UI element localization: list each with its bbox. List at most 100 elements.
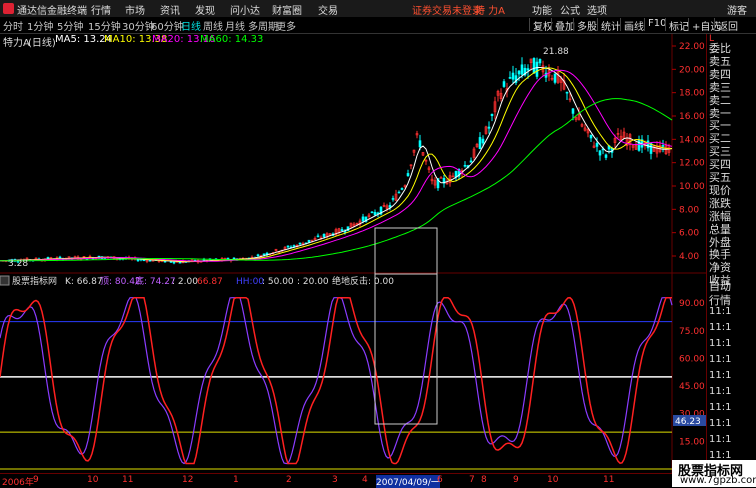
trade-time-label: 11:1 bbox=[709, 434, 732, 445]
menu-shichang[interactable]: 市场 bbox=[125, 2, 145, 17]
candle-body bbox=[589, 134, 593, 139]
price-tick-label: 4.00 bbox=[679, 252, 699, 262]
tab-more[interactable]: 更多 bbox=[276, 18, 296, 33]
candle-body bbox=[553, 73, 557, 83]
indicator-menu-icon[interactable] bbox=[0, 275, 10, 286]
tab-daily[interactable]: 日线 bbox=[181, 18, 201, 33]
trade-time-label: 11:1 bbox=[709, 354, 732, 365]
menu-zixun[interactable]: 资讯 bbox=[160, 2, 180, 17]
indicator-name: 股票指标网 bbox=[12, 275, 57, 287]
ind-tick-label: 75.00 bbox=[679, 327, 705, 337]
price-tick-label: 12.00 bbox=[679, 159, 705, 169]
candle-body bbox=[418, 140, 422, 148]
tab-fenshi[interactable]: 分时 bbox=[3, 18, 23, 33]
tab-5min[interactable]: 5分钟 bbox=[57, 18, 83, 33]
ind-tick-label: 90.00 bbox=[679, 299, 705, 309]
tab-60min[interactable]: 60分钟 bbox=[151, 18, 184, 33]
trade-time-label: 11:1 bbox=[709, 386, 732, 397]
candle-body bbox=[391, 198, 395, 200]
candle-body bbox=[343, 231, 347, 233]
candle-body bbox=[397, 191, 401, 194]
price-tick-label: 6.00 bbox=[679, 229, 699, 239]
price-tick-label: 22.00 bbox=[679, 42, 705, 52]
tab-duogu[interactable]: 多股 bbox=[573, 18, 597, 33]
app-title: 通达信金融终端 bbox=[17, 6, 87, 17]
candle-body bbox=[517, 70, 521, 75]
candle-body bbox=[298, 242, 302, 245]
login-notice[interactable]: 证券交易未登录 bbox=[412, 2, 482, 17]
candle-body bbox=[595, 143, 599, 147]
price-tick-label: 20.00 bbox=[679, 65, 705, 75]
candle-body bbox=[661, 145, 665, 147]
candle-body bbox=[406, 173, 410, 177]
date-tick-label: 4 bbox=[362, 475, 368, 485]
tab-fuquan[interactable]: 复权 bbox=[529, 18, 553, 33]
candle-body bbox=[520, 64, 524, 75]
watermark: 股票指标网 www.7gpzb.com bbox=[672, 460, 756, 487]
low-annotation: 3.28 bbox=[8, 259, 28, 269]
trade-time-label: 11:1 bbox=[709, 338, 732, 349]
menu-caifuquan[interactable]: 财富圈 bbox=[272, 2, 302, 17]
date-tick-label: 9 bbox=[513, 475, 519, 485]
highlight-box bbox=[374, 227, 438, 274]
ind-tick-label: 45.00 bbox=[679, 382, 705, 392]
quote-panel: L 委比 卖五 卖四 卖三 卖二 卖一 买一 买二 买三 买四 买五 现价 涨跌 涨幅 总量 外盘 换手 净资 收益… bbox=[706, 34, 756, 487]
price-chart[interactable]: 21.88 3.28 22.00 20.00 18.00 16.00 14.00 12.0… bbox=[0, 34, 706, 274]
trade-time-label: 11:1 bbox=[709, 322, 732, 333]
candle-body bbox=[604, 154, 608, 158]
date-tick-label: 2 bbox=[286, 475, 292, 485]
tab-monthly[interactable]: 月线 bbox=[225, 18, 245, 33]
candle-body bbox=[172, 261, 176, 264]
candle-body bbox=[637, 139, 641, 151]
tab-f10[interactable]: F10 bbox=[644, 18, 666, 31]
trade-time-label: 11:1 bbox=[709, 306, 732, 317]
tab-weekly[interactable]: 周线 bbox=[203, 18, 223, 33]
candle-body bbox=[262, 253, 266, 256]
trade-time-label: 11:1 bbox=[709, 418, 732, 429]
tab-fanhui[interactable]: 返回 bbox=[714, 18, 738, 33]
tab-biaoji[interactable]: 标记 bbox=[665, 18, 689, 33]
menu-gongshi[interactable]: 公式 bbox=[560, 2, 580, 17]
tab-15min[interactable]: 15分钟 bbox=[88, 18, 121, 33]
candle-body bbox=[286, 245, 290, 248]
tab-huaxian[interactable]: 画线 bbox=[620, 18, 644, 33]
v5-value: : 20.00 bbox=[297, 277, 329, 287]
candle-body bbox=[469, 160, 473, 163]
candle-body bbox=[538, 59, 542, 64]
tab-tongji[interactable]: 统计 bbox=[597, 18, 621, 33]
date-tick-label: 10 bbox=[87, 475, 99, 485]
menu-xuanxiang[interactable]: 选项 bbox=[587, 2, 607, 17]
stock-name: 特 力A bbox=[475, 6, 506, 17]
menu-faxian[interactable]: 发现 bbox=[195, 2, 215, 17]
candle-body bbox=[136, 259, 140, 262]
tab-1min[interactable]: 1分钟 bbox=[27, 18, 53, 33]
date-tick-label: 8 bbox=[481, 475, 487, 485]
candle-body bbox=[487, 126, 491, 129]
indicator-chart[interactable]: 90.0075.0060.0045.0030.0015.00 股票指标网 K: … bbox=[0, 274, 706, 473]
candle-body bbox=[508, 77, 512, 79]
menu-wenxiaoda[interactable]: 问小达 bbox=[230, 2, 260, 17]
menu-gongneng[interactable]: 功能 bbox=[532, 2, 552, 17]
candle-body bbox=[178, 261, 182, 264]
candle-body bbox=[292, 245, 296, 247]
tab-multi-period[interactable]: 多周期 bbox=[248, 18, 278, 33]
candle-body bbox=[511, 72, 515, 80]
date-tick-label: 3 bbox=[332, 475, 338, 485]
date-tick-label: 6 bbox=[437, 475, 443, 485]
tab-30min[interactable]: 30分钟 bbox=[122, 18, 155, 33]
candle-body bbox=[439, 177, 443, 179]
tab-diejia[interactable]: 叠加 bbox=[551, 18, 575, 33]
candle-body bbox=[400, 188, 404, 190]
date-tick-label: 10 bbox=[547, 475, 559, 485]
date-tick-label: 11 bbox=[603, 475, 615, 485]
guest-label[interactable]: 游客 bbox=[727, 2, 747, 17]
title-bar: 通达信金融终端 行情 市场 资讯 发现 问小达 财富圈 交易 证券交易未登录 特… bbox=[0, 0, 756, 18]
candle-body bbox=[478, 137, 482, 150]
menu-hangqing[interactable]: 行情 bbox=[91, 2, 111, 17]
menu-jiaoyi[interactable]: 交易 bbox=[318, 2, 338, 17]
price-tick-label: 16.00 bbox=[679, 112, 705, 122]
date-tick-label: 2006年 bbox=[2, 478, 34, 488]
high-annotation: 21.88 bbox=[543, 47, 569, 57]
date-tick-label: 11 bbox=[122, 475, 134, 485]
trade-time-label: 11:1 bbox=[709, 402, 732, 413]
